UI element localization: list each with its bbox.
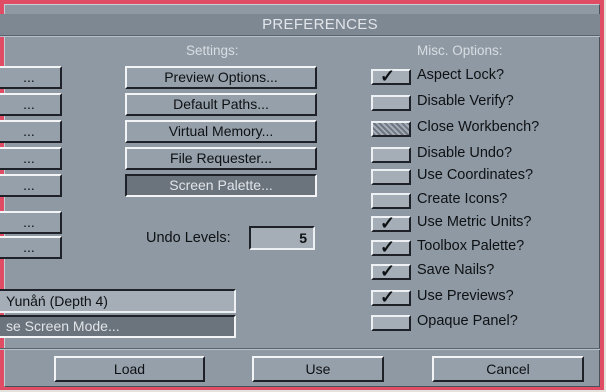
left-stub-button-7[interactable]: ... — [0, 236, 62, 259]
disable-undo-label: Disable Undo? — [417, 145, 513, 161]
screen-palette-label: Screen Palette... — [169, 177, 273, 193]
choose-screen-mode-label: se Screen Mode... — [6, 318, 120, 334]
save-nails-label: Save Nails? — [417, 262, 495, 278]
create-icons-checkbox[interactable] — [371, 193, 411, 209]
left-stub-button-4[interactable]: ... — [0, 147, 62, 170]
load-label: Load — [113, 361, 146, 377]
create-icons-label: Create Icons? — [417, 191, 508, 207]
use-metric-units-label: Use Metric Units? — [417, 214, 532, 230]
default-paths-button[interactable]: Default Paths... — [125, 93, 317, 116]
use-previews-checkbox[interactable]: ✓ — [371, 287, 411, 307]
window-title: PREFERENCES — [262, 16, 378, 33]
checkmark-icon: ✓ — [380, 213, 396, 233]
use-coordinates-label: Use Coordinates? — [417, 167, 534, 183]
left-stub-label: ... — [23, 177, 35, 193]
settings-section-heading: Settings: — [186, 43, 239, 58]
left-stub-label: ... — [23, 96, 35, 112]
left-stub-label: ... — [23, 214, 35, 230]
opaque-panel-checkbox[interactable] — [371, 315, 411, 331]
virtual-memory-label: Virtual Memory... — [168, 123, 274, 139]
disable-verify-checkbox[interactable] — [371, 95, 411, 111]
left-stub-button-2[interactable]: ... — [0, 93, 62, 116]
checkmark-icon: ✓ — [380, 261, 396, 281]
cancel-button[interactable]: Cancel — [432, 356, 584, 382]
misc-section-heading: Misc. Options: — [417, 43, 503, 58]
title-divider-highlight — [0, 36, 600, 37]
screen-palette-button[interactable]: Screen Palette... — [125, 174, 317, 197]
checkmark-icon: ✓ — [380, 66, 396, 86]
use-coordinates-checkbox[interactable] — [371, 169, 411, 185]
aspect-lock-checkbox[interactable]: ✓ — [371, 66, 411, 86]
aspect-lock-label: Aspect Lock? — [417, 67, 505, 83]
file-requester-label: File Requester... — [170, 150, 272, 166]
close-workbench-label: Close Workbench? — [417, 119, 540, 135]
file-requester-button[interactable]: File Requester... — [125, 147, 317, 170]
left-stub-label: ... — [23, 150, 35, 166]
toolbox-palette-label: Toolbox Palette? — [417, 238, 525, 254]
title-bar[interactable]: PREFERENCES — [0, 14, 600, 36]
preview-options-button[interactable]: Preview Options... — [125, 66, 317, 89]
left-stub-label: ... — [23, 239, 35, 255]
use-label: Use — [305, 361, 331, 377]
use-button[interactable]: Use — [252, 356, 384, 382]
left-stub-label: ... — [23, 123, 35, 139]
preferences-window: PREFERENCES Settings: Misc. Options: ...… — [0, 0, 604, 390]
choose-screen-mode-button[interactable]: se Screen Mode... — [0, 315, 236, 338]
default-paths-label: Default Paths... — [173, 96, 269, 112]
checkmark-icon: ✓ — [380, 237, 396, 257]
preview-options-label: Preview Options... — [164, 69, 278, 85]
use-previews-label: Use Previews? — [417, 288, 514, 304]
checkmark-icon: ✓ — [380, 287, 396, 307]
bottom-divider-highlight — [0, 349, 600, 350]
left-stub-label: ... — [23, 69, 35, 85]
toolbox-palette-checkbox[interactable]: ✓ — [371, 237, 411, 257]
screen-mode-display: Yunåń (Depth 4) — [0, 289, 236, 313]
virtual-memory-button[interactable]: Virtual Memory... — [125, 120, 317, 143]
close-workbench-checkbox[interactable] — [371, 121, 411, 137]
undo-levels-label: Undo Levels: — [146, 230, 231, 246]
undo-levels-input[interactable]: 5 — [249, 226, 315, 250]
disable-verify-label: Disable Verify? — [417, 93, 514, 109]
left-stub-button-5[interactable]: ... — [0, 174, 62, 197]
disable-undo-checkbox[interactable] — [371, 147, 411, 163]
left-stub-button-1[interactable]: ... — [0, 66, 62, 89]
save-nails-checkbox[interactable]: ✓ — [371, 261, 411, 281]
cancel-label: Cancel — [486, 361, 530, 377]
opaque-panel-label: Opaque Panel? — [417, 313, 518, 329]
left-stub-button-3[interactable]: ... — [0, 120, 62, 143]
load-button[interactable]: Load — [54, 356, 205, 382]
left-stub-button-6[interactable]: ... — [0, 211, 62, 234]
use-metric-units-checkbox[interactable]: ✓ — [371, 213, 411, 233]
